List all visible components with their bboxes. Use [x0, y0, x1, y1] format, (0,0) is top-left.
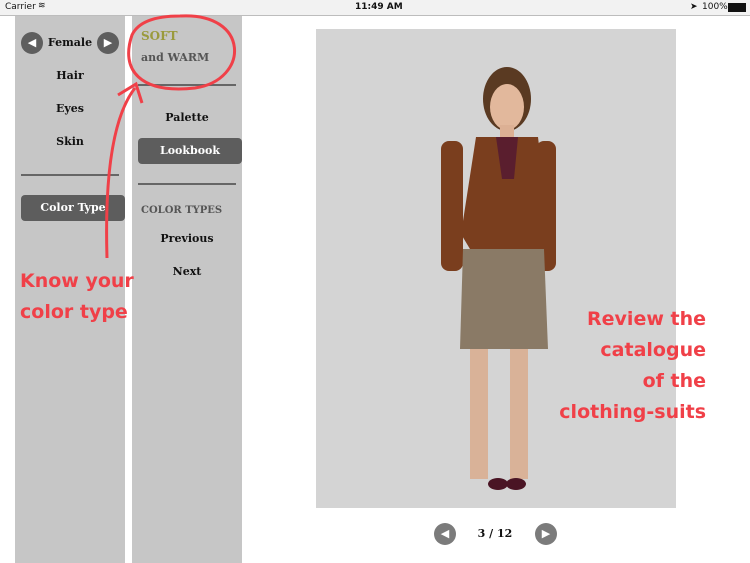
annotation-right: Review the catalogue of the clothing-sui…: [540, 304, 706, 428]
annotation-line: clothing-suits: [559, 401, 706, 423]
annotation-line: Review the: [587, 308, 706, 330]
annotation-line: catalogue: [600, 339, 706, 361]
annotation-left: Know your color type: [20, 266, 134, 328]
annotation-line: of the: [642, 370, 706, 392]
next-page-button[interactable]: ▶: [535, 523, 557, 545]
prev-page-button[interactable]: ◀: [434, 523, 456, 545]
page-indicator: 3 / 12: [477, 527, 513, 540]
annotation-line: color type: [20, 301, 128, 323]
annotation-line: Know your: [20, 270, 134, 292]
